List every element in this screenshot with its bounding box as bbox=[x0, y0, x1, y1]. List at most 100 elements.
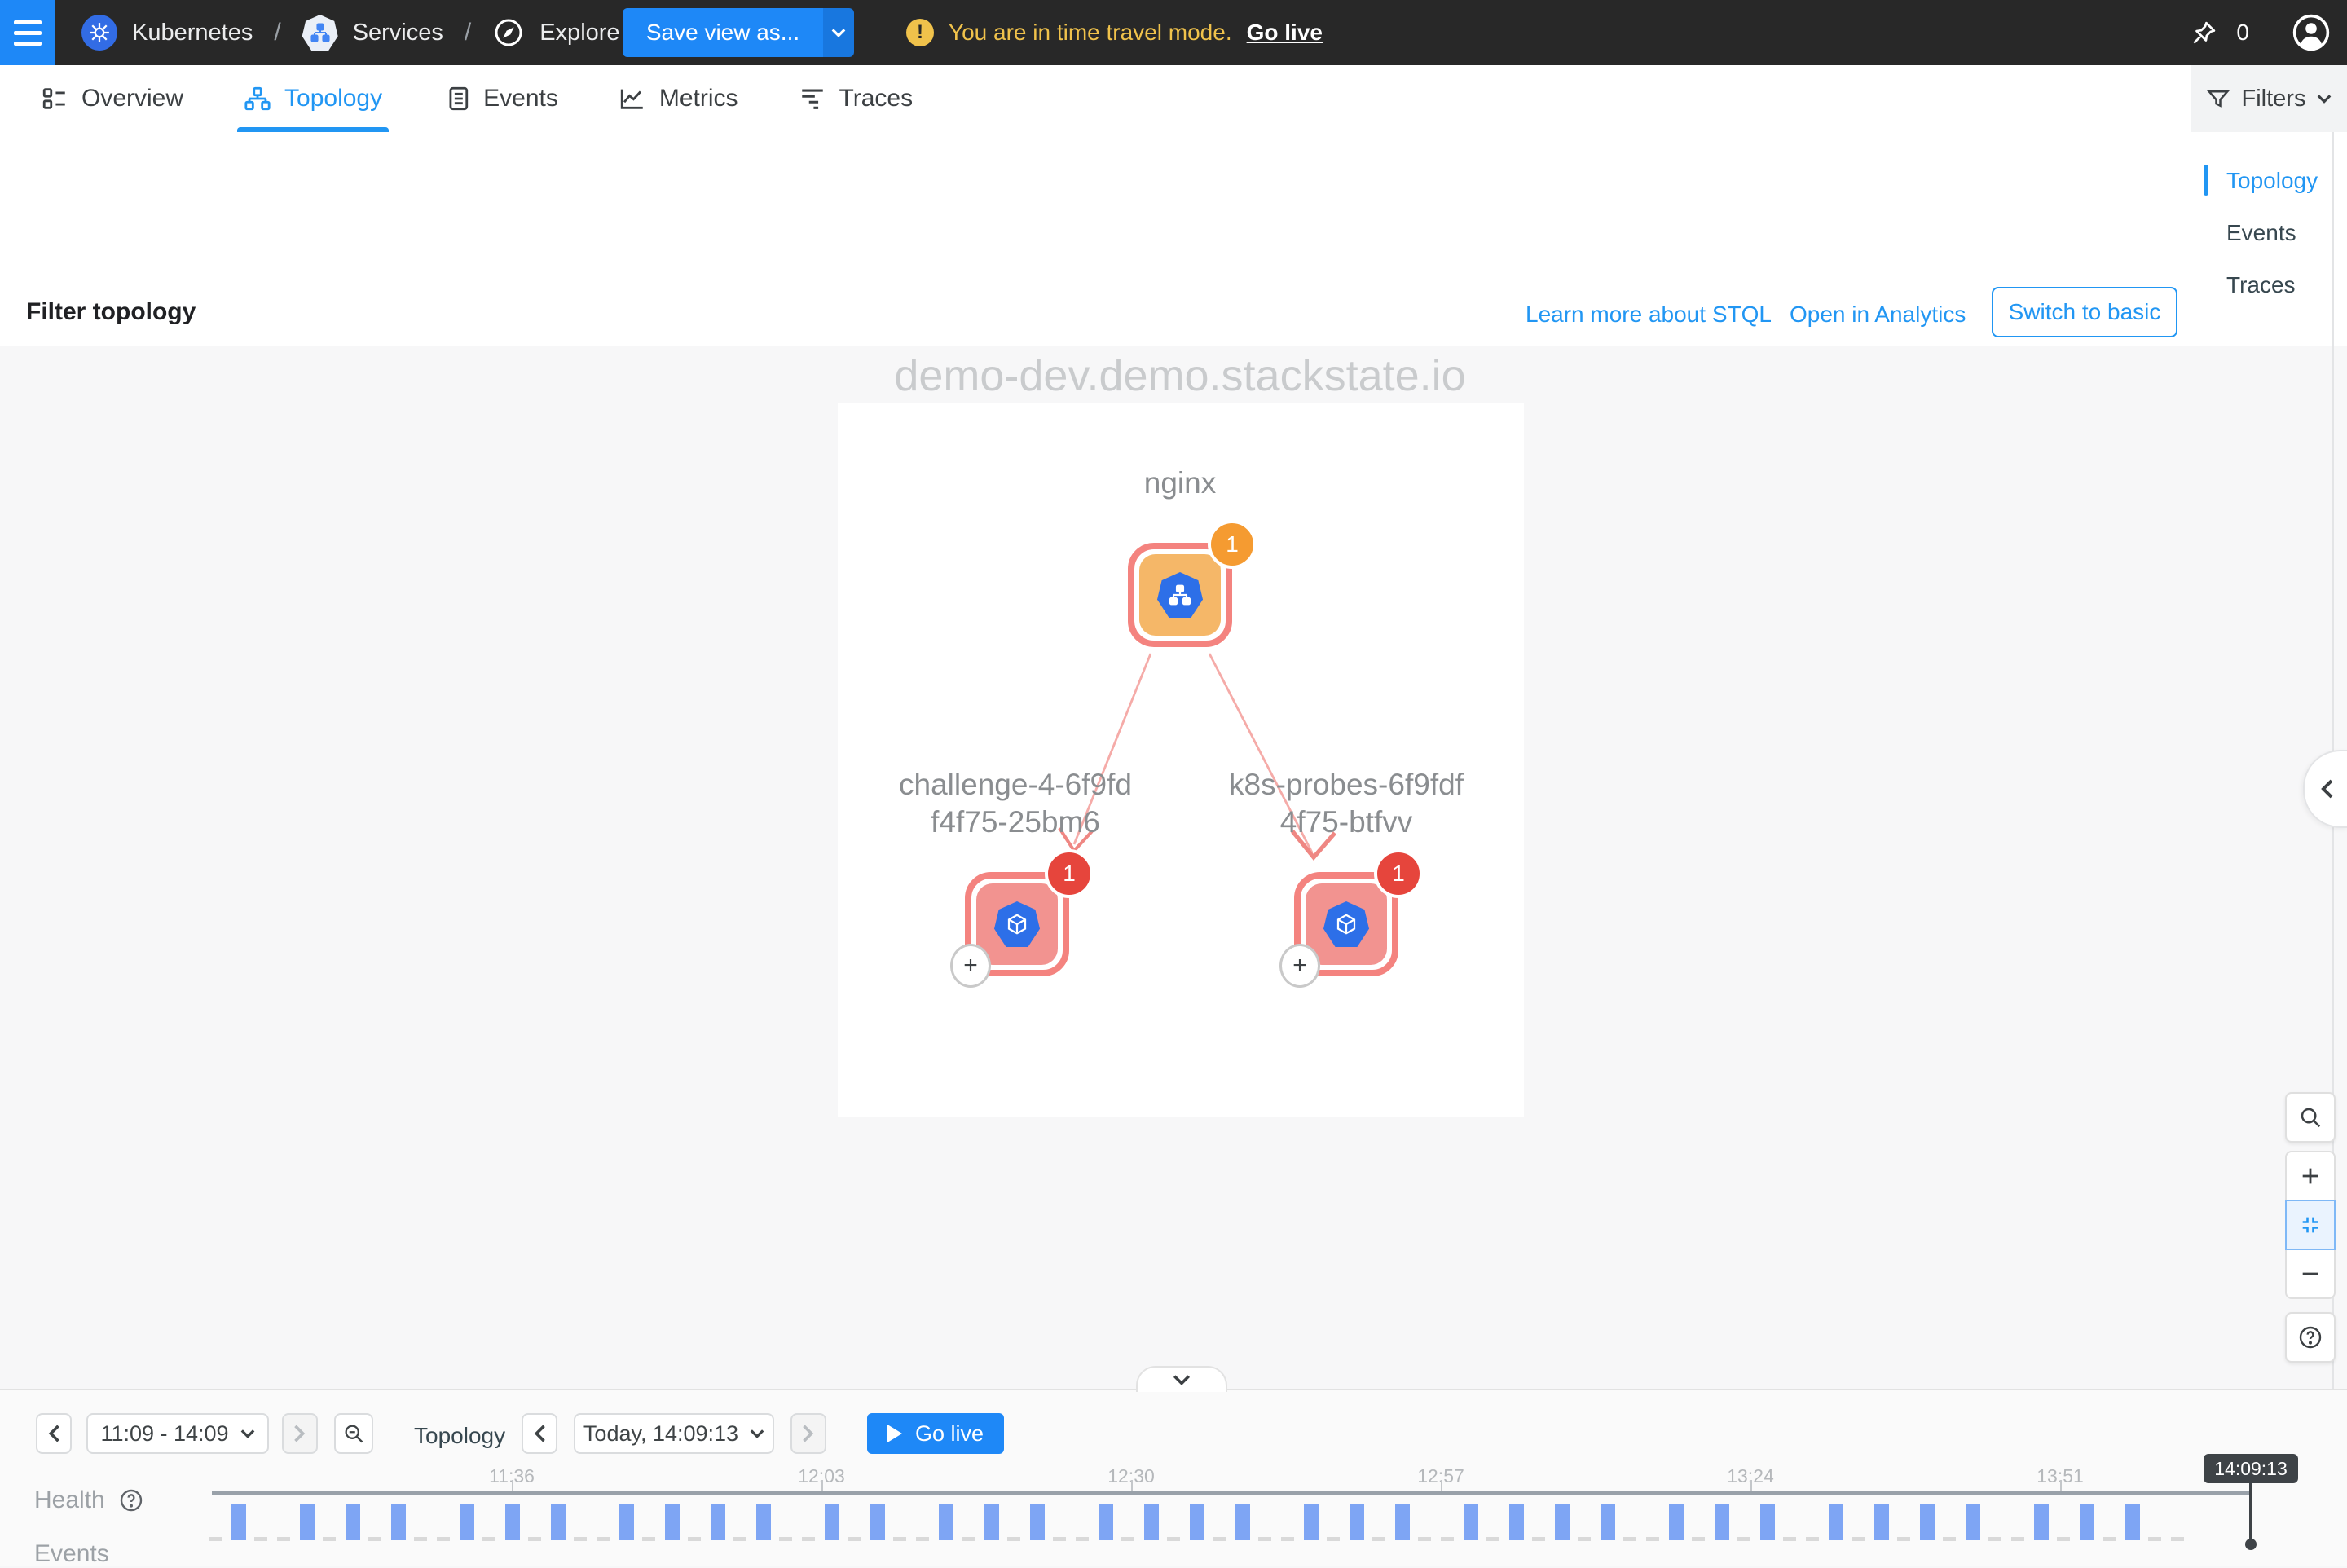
node-probes[interactable]: 1 + bbox=[1294, 872, 1398, 976]
zoom-in-button[interactable] bbox=[2285, 1151, 2336, 1201]
breadcrumb-explore[interactable]: Explore bbox=[492, 16, 619, 49]
node-challenge[interactable]: 1 + bbox=[965, 872, 1069, 976]
event-bar[interactable] bbox=[825, 1504, 839, 1540]
event-bar[interactable] bbox=[505, 1504, 520, 1540]
breadcrumb-kubernetes[interactable]: Kubernetes bbox=[81, 15, 253, 51]
event-bar[interactable] bbox=[2080, 1504, 2094, 1540]
tab-overview[interactable]: Overview bbox=[41, 65, 183, 132]
tab-label: Topology bbox=[284, 85, 382, 112]
node-nginx[interactable]: 1 bbox=[1128, 543, 1232, 647]
time-forward-button[interactable] bbox=[790, 1413, 826, 1454]
event-bar[interactable] bbox=[1395, 1504, 1410, 1540]
view-tab-bar: Overview Topology Events Metrics Traces … bbox=[0, 65, 2347, 134]
event-bar[interactable] bbox=[1464, 1504, 1478, 1540]
timeline-view-label: Topology bbox=[414, 1423, 505, 1449]
event-bar[interactable] bbox=[2125, 1504, 2140, 1540]
time-range-forward-button[interactable] bbox=[282, 1413, 318, 1454]
health-state-badge[interactable]: 1 bbox=[1045, 849, 1094, 898]
event-bar[interactable] bbox=[1190, 1504, 1204, 1540]
open-in-analytics-link[interactable]: Open in Analytics bbox=[1790, 302, 1966, 328]
go-live-link[interactable]: Go live bbox=[1247, 20, 1323, 46]
event-bar[interactable] bbox=[460, 1504, 474, 1540]
event-empty-dash bbox=[1988, 1537, 2001, 1541]
event-bar[interactable] bbox=[1030, 1504, 1045, 1540]
zoom-out-button[interactable] bbox=[2285, 1249, 2336, 1299]
go-live-label: Go live bbox=[915, 1421, 984, 1447]
event-bar[interactable] bbox=[1555, 1504, 1570, 1540]
event-bar[interactable] bbox=[939, 1504, 953, 1540]
event-bar[interactable] bbox=[756, 1504, 771, 1540]
learn-more-stql-link[interactable]: Learn more about STQL bbox=[1526, 302, 1772, 328]
event-bar[interactable] bbox=[711, 1504, 725, 1540]
switch-to-basic-button[interactable]: Switch to basic bbox=[1992, 287, 2177, 337]
event-bar[interactable] bbox=[619, 1504, 634, 1540]
event-bar[interactable] bbox=[1509, 1504, 1524, 1540]
event-bar[interactable] bbox=[1144, 1504, 1159, 1540]
node-label-challenge: challenge-4-6f9fd f4f75-25bm6 bbox=[852, 766, 1178, 841]
events-timeline[interactable] bbox=[205, 1504, 2259, 1544]
side-nav-topology[interactable]: Topology bbox=[2226, 168, 2318, 194]
side-nav-events[interactable]: Events bbox=[2226, 220, 2296, 246]
event-bar[interactable] bbox=[1920, 1504, 1935, 1540]
side-nav-traces[interactable]: Traces bbox=[2226, 272, 2296, 298]
event-bar[interactable] bbox=[551, 1504, 566, 1540]
event-bar[interactable] bbox=[665, 1504, 680, 1540]
event-bar[interactable] bbox=[1304, 1504, 1319, 1540]
health-row-label: Health bbox=[34, 1487, 144, 1514]
expand-node-button[interactable]: + bbox=[950, 944, 991, 988]
save-view-as-button[interactable]: Save view as... bbox=[623, 8, 823, 57]
event-bar[interactable] bbox=[984, 1504, 999, 1540]
event-empty-dash bbox=[528, 1537, 541, 1541]
event-bar[interactable] bbox=[1601, 1504, 1615, 1540]
tab-topology[interactable]: Topology bbox=[244, 65, 382, 132]
event-empty-dash bbox=[916, 1537, 929, 1541]
event-bar[interactable] bbox=[1829, 1504, 1843, 1540]
time-back-button[interactable] bbox=[522, 1413, 557, 1454]
user-avatar[interactable] bbox=[2292, 13, 2331, 52]
event-bar[interactable] bbox=[1669, 1504, 1684, 1540]
timeline-zoom-out-button[interactable] bbox=[334, 1413, 373, 1454]
save-view-as-split-button[interactable]: Save view as... bbox=[623, 8, 854, 57]
event-bar[interactable] bbox=[1235, 1504, 1250, 1540]
expand-node-button[interactable]: + bbox=[1279, 944, 1320, 988]
breadcrumb-services[interactable]: Services bbox=[302, 15, 443, 51]
current-time-cursor[interactable] bbox=[2249, 1483, 2252, 1542]
pin-icon[interactable] bbox=[2189, 17, 2220, 48]
event-empty-dash bbox=[2148, 1537, 2161, 1541]
event-bar[interactable] bbox=[870, 1504, 885, 1540]
node-label-nginx: nginx bbox=[1066, 465, 1294, 502]
collapse-timeline-tab[interactable] bbox=[1136, 1366, 1227, 1392]
filters-button[interactable]: Filters bbox=[2191, 65, 2347, 132]
event-bar[interactable] bbox=[1099, 1504, 1113, 1540]
time-range-back-button[interactable] bbox=[36, 1413, 72, 1454]
event-bar[interactable] bbox=[2034, 1504, 2049, 1540]
tab-metrics[interactable]: Metrics bbox=[619, 65, 738, 132]
fit-to-screen-button[interactable] bbox=[2285, 1200, 2336, 1250]
event-bar[interactable] bbox=[346, 1504, 360, 1540]
event-bar[interactable] bbox=[1760, 1504, 1775, 1540]
go-live-button[interactable]: Go live bbox=[867, 1413, 1004, 1454]
event-bar[interactable] bbox=[1715, 1504, 1729, 1540]
hamburger-menu-button[interactable] bbox=[0, 0, 55, 65]
health-state-badge[interactable]: 1 bbox=[1374, 849, 1423, 898]
health-timeline[interactable] bbox=[212, 1491, 2251, 1495]
topology-canvas[interactable]: demo-dev.demo.stackstate.io nginx 1 chal… bbox=[0, 346, 2347, 1389]
event-bar[interactable] bbox=[231, 1504, 246, 1540]
event-bar[interactable] bbox=[1966, 1504, 1980, 1540]
search-canvas-button[interactable] bbox=[2285, 1092, 2336, 1143]
event-empty-dash bbox=[597, 1537, 610, 1541]
time-range-dropdown[interactable]: 11:09 - 14:09 bbox=[86, 1413, 269, 1454]
health-help-icon[interactable] bbox=[118, 1487, 144, 1513]
timestamp-dropdown[interactable]: Today, 14:09:13 bbox=[574, 1413, 774, 1454]
event-bar[interactable] bbox=[1350, 1504, 1364, 1540]
event-empty-dash bbox=[1053, 1537, 1066, 1541]
save-view-dropdown-arrow[interactable] bbox=[823, 8, 854, 57]
event-bar[interactable] bbox=[1874, 1504, 1889, 1540]
event-bar[interactable] bbox=[300, 1504, 315, 1540]
event-empty-dash bbox=[688, 1537, 701, 1541]
event-bar[interactable] bbox=[391, 1504, 406, 1540]
help-button[interactable] bbox=[2285, 1312, 2336, 1363]
tab-events[interactable]: Events bbox=[443, 65, 558, 132]
propagated-state-badge[interactable]: 1 bbox=[1208, 520, 1257, 569]
tab-traces[interactable]: Traces bbox=[799, 65, 914, 132]
